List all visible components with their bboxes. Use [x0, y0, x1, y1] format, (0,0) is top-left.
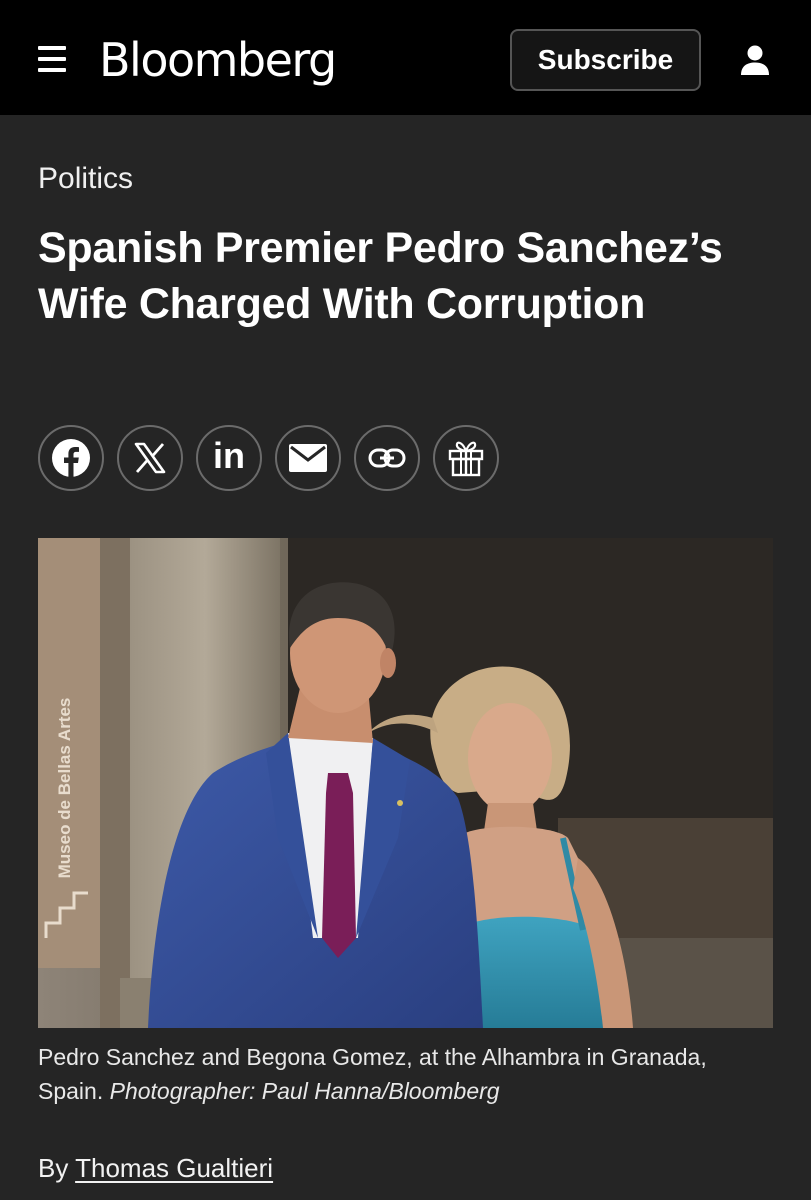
- author-link[interactable]: Thomas Gualtieri: [75, 1153, 273, 1183]
- top-navigation-bar: Bloomberg Subscribe: [0, 0, 811, 115]
- photo-caption: Pedro Sanchez and Begona Gomez, at the A…: [38, 1040, 778, 1108]
- linkedin-share-button[interactable]: in: [196, 425, 262, 491]
- facebook-share-button[interactable]: [38, 425, 104, 491]
- gift-article-button[interactable]: [433, 425, 499, 491]
- hamburger-menu-icon[interactable]: [38, 46, 66, 72]
- bloomberg-logo[interactable]: Bloomberg: [99, 30, 337, 90]
- article-headline: Spanish Premier Pedro Sanchez’s Wife Cha…: [38, 224, 723, 328]
- x-share-button[interactable]: [117, 425, 183, 491]
- user-account-icon[interactable]: [737, 42, 773, 78]
- museum-sign-text: Museo de Bellas Artes: [55, 698, 74, 879]
- article-photo: Museo de Bellas Artes: [38, 538, 773, 1028]
- article-page: Bloomberg Subscribe Politics Spanish Pre…: [0, 0, 811, 1200]
- photo-credit: Photographer: Paul Hanna/Bloomberg: [109, 1078, 500, 1104]
- link-icon: [368, 448, 406, 468]
- byline: By Thomas Gualtieri: [38, 1150, 273, 1186]
- x-icon: [134, 442, 166, 474]
- section-label[interactable]: Politics: [38, 160, 133, 198]
- email-share-button[interactable]: [275, 425, 341, 491]
- linkedin-icon: in: [213, 435, 245, 476]
- byline-prefix: By: [38, 1153, 69, 1183]
- subscribe-button[interactable]: Subscribe: [510, 29, 701, 91]
- facebook-icon: [52, 439, 90, 477]
- copy-link-button[interactable]: [354, 425, 420, 491]
- gift-icon: [448, 441, 484, 477]
- email-icon: [289, 444, 327, 472]
